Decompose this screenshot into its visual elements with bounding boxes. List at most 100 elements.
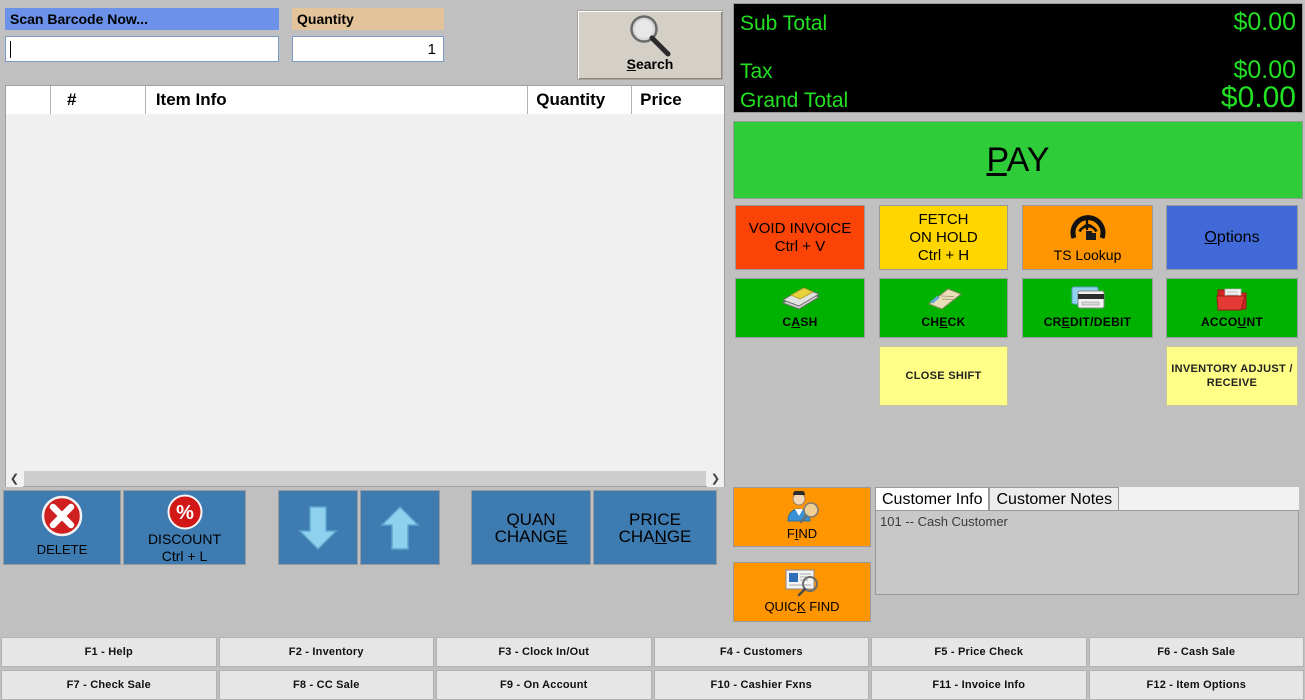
text-caret [10, 41, 11, 58]
account-label: ACCOUNT [1201, 315, 1263, 329]
close-shift-button[interactable]: CLOSE SHIFT [879, 346, 1008, 406]
grid-col-price[interactable]: Price [632, 86, 724, 114]
customer-quick-find-button[interactable]: QUICK FIND [733, 562, 871, 622]
subtotal-row: Sub Total $0.00 [734, 8, 1302, 37]
grand-total-value: $0.00 [1221, 86, 1296, 110]
quick-find-label: QUICK FIND [764, 599, 839, 614]
grand-total-label: Grand Total [740, 89, 848, 113]
move-item-up-button[interactable] [360, 490, 440, 565]
barcode-field-label: Scan Barcode Now... [5, 8, 279, 30]
line-items-grid[interactable]: # Item Info Quantity Price [5, 85, 725, 485]
tabs-filler [1119, 487, 1299, 511]
void-invoice-button[interactable]: VOID INVOICE Ctrl + V [735, 205, 865, 270]
barcode-input[interactable] [5, 36, 279, 62]
ts-lookup-button[interactable]: TS Lookup [1022, 205, 1153, 270]
inventory-adjust-label: INVENTORY ADJUST / RECEIVE [1167, 362, 1297, 390]
discount-percent-icon: % [167, 494, 203, 530]
options-button[interactable]: Options [1166, 205, 1298, 270]
scroll-right-icon[interactable]: ❯ [707, 470, 724, 487]
scrollbar-thumb[interactable] [24, 471, 706, 486]
price-change-label: PRICE CHANGE [619, 511, 692, 545]
inventory-adjust-button[interactable]: INVENTORY ADJUST / RECEIVE [1166, 346, 1298, 406]
cash-label: CASH [782, 315, 817, 329]
fetch-line2: ON HOLD [909, 229, 977, 247]
check-label: CHECK [921, 315, 965, 329]
credit-card-icon [1065, 283, 1111, 313]
price-change-button[interactable]: PRICE CHANGE [593, 490, 717, 565]
pos-application: Scan Barcode Now... Quantity 1 Search # [0, 0, 1305, 700]
card-search-icon [780, 566, 824, 598]
fkey-f8[interactable]: F8 - CC Sale [219, 670, 435, 700]
touchscreen-lookup-icon [1066, 208, 1110, 250]
arrow-up-icon [378, 503, 422, 553]
tax-label: Tax [740, 60, 773, 84]
fkey-f7[interactable]: F7 - Check Sale [1, 670, 217, 700]
quantity-change-label: QUAN CHANGE [495, 511, 568, 545]
scroll-left-icon[interactable]: ❮ [6, 470, 23, 487]
pay-button-label: PAY [987, 141, 1050, 180]
options-label: Options [1204, 229, 1259, 247]
grid-col-item-info[interactable]: Item Info [146, 86, 528, 114]
tab-customer-info[interactable]: Customer Info [875, 487, 989, 511]
fkey-f11[interactable]: F11 - Invoice Info [871, 670, 1087, 700]
delete-button[interactable]: DELETE [3, 490, 121, 565]
person-search-icon [782, 491, 822, 525]
close-shift-label: CLOSE SHIFT [905, 369, 981, 383]
fkey-f1[interactable]: F1 - Help [1, 637, 217, 667]
check-payment-button[interactable]: CHECK [879, 278, 1008, 338]
grid-horizontal-scrollbar[interactable]: ❮ ❯ [5, 470, 725, 487]
tax-row: Tax $0.00 [734, 56, 1302, 85]
delete-circle-x-icon [41, 495, 83, 537]
quantity-input[interactable]: 1 [292, 36, 444, 62]
arrow-down-icon [296, 503, 340, 553]
ts-lookup-label: TS Lookup [1054, 247, 1122, 263]
svg-text:%: % [176, 502, 194, 524]
totals-display: Sub Total $0.00 Tax $0.00 Grand Total $0… [733, 3, 1303, 113]
fkey-f5[interactable]: F5 - Price Check [871, 637, 1087, 667]
void-invoice-shortcut: Ctrl + V [775, 238, 825, 256]
function-key-row-2: F7 - Check Sale F8 - CC Sale F9 - On Acc… [0, 670, 1305, 700]
fkey-f12[interactable]: F12 - Item Options [1089, 670, 1305, 700]
pay-button[interactable]: PAY [733, 121, 1303, 199]
fkey-f6[interactable]: F6 - Cash Sale [1089, 637, 1305, 667]
customer-panel: Customer Info Customer Notes 101 -- Cash… [875, 487, 1299, 610]
customer-info-content[interactable]: 101 -- Cash Customer [875, 510, 1299, 595]
credit-debit-label: CREDIT/DEBIT [1044, 315, 1132, 329]
fkey-f10[interactable]: F10 - Cashier Fxns [654, 670, 870, 700]
fkey-f4[interactable]: F4 - Customers [654, 637, 870, 667]
customer-find-button[interactable]: FIND [733, 487, 871, 547]
grid-col-quantity[interactable]: Quantity [528, 86, 632, 114]
sale-entry-pane: Scan Barcode Now... Quantity 1 Search # [0, 0, 731, 632]
quantity-field-label: Quantity [292, 8, 444, 30]
grid-col-number[interactable]: # [51, 86, 146, 114]
function-key-row-1: F1 - Help F2 - Inventory F3 - Clock In/O… [0, 637, 1305, 667]
move-item-down-button[interactable] [278, 490, 358, 565]
discount-button[interactable]: % DISCOUNT Ctrl + L [123, 490, 246, 565]
grand-total-row: Grand Total $0.00 [734, 86, 1302, 113]
subtotal-label: Sub Total [740, 12, 827, 36]
account-payment-button[interactable]: ACCOUNT [1166, 278, 1298, 338]
delete-button-label: DELETE [37, 541, 88, 558]
check-icon [921, 283, 967, 313]
fkey-f9[interactable]: F9 - On Account [436, 670, 652, 700]
grid-body[interactable] [6, 114, 724, 484]
void-invoice-label: VOID INVOICE [749, 220, 852, 238]
fetch-on-hold-button[interactable]: FETCH ON HOLD Ctrl + H [879, 205, 1008, 270]
quantity-change-button[interactable]: QUAN CHANGE [471, 490, 591, 565]
find-label: FIND [787, 526, 817, 541]
fkey-f3[interactable]: F3 - Clock In/Out [436, 637, 652, 667]
function-key-bar: F1 - Help F2 - Inventory F3 - Clock In/O… [0, 634, 1305, 700]
customer-info-line: 101 -- Cash Customer [876, 511, 1298, 529]
customer-tabs: Customer Info Customer Notes [875, 487, 1299, 511]
subtotal-value: $0.00 [1233, 8, 1296, 37]
fkey-f2[interactable]: F2 - Inventory [219, 637, 435, 667]
search-button[interactable]: Search [577, 10, 723, 80]
fetch-line1: FETCH [919, 211, 969, 229]
grid-header-row: # Item Info Quantity Price [6, 86, 724, 115]
cash-payment-button[interactable]: CASH [735, 278, 865, 338]
quantity-input-value: 1 [428, 41, 436, 58]
grid-col-select[interactable] [6, 86, 51, 114]
tab-customer-notes[interactable]: Customer Notes [989, 487, 1119, 511]
discount-button-label: DISCOUNT Ctrl + L [148, 531, 221, 565]
credit-debit-payment-button[interactable]: CREDIT/DEBIT [1022, 278, 1153, 338]
